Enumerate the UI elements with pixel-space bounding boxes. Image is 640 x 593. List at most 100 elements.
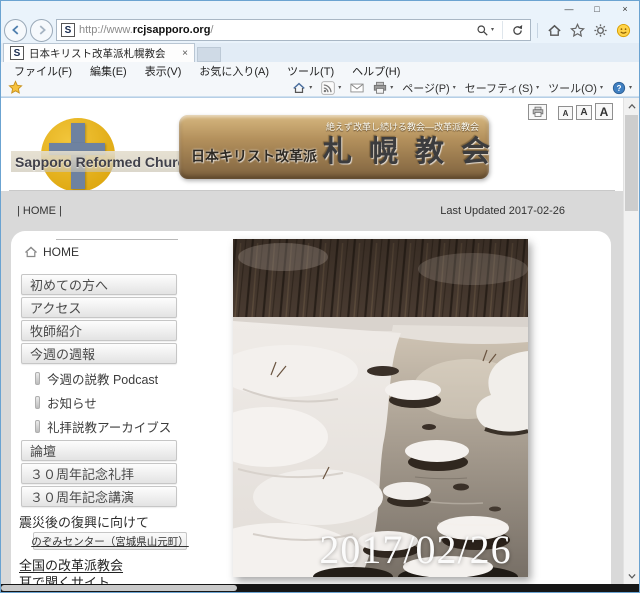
tools-menu-button[interactable]: ツール(O) ▾	[548, 80, 603, 96]
url-text[interactable]: http://www.rcjsapporo.org/	[79, 24, 468, 36]
navigation-bar: S http://www.rcjsapporo.org/ ▾	[1, 17, 639, 43]
rss-icon	[321, 81, 335, 95]
caret-down-icon: ▾	[453, 85, 456, 91]
menu-favorites[interactable]: お気に入り(A)	[190, 63, 278, 79]
menu-view[interactable]: 表示(V)	[136, 63, 191, 79]
printer-icon	[373, 81, 387, 95]
browser-action-icons	[537, 23, 634, 38]
scroll-up-button[interactable]	[624, 98, 639, 114]
church-sign-banner: 絶えず改革し続ける教会―改革派教会 日本キリスト改革派 札幌教会	[179, 115, 489, 179]
scrollbar-thumb[interactable]	[625, 115, 638, 211]
horizontal-scrollbar-thumb[interactable]	[1, 585, 237, 591]
home-icon	[547, 23, 562, 38]
bullet-icon	[35, 420, 40, 433]
church-logo[interactable]: Sapporo Reformed Church	[17, 118, 183, 196]
sidebar-button-access[interactable]: アクセス	[21, 297, 177, 318]
close-button[interactable]: ×	[611, 2, 639, 17]
search-caret-icon: ▾	[491, 27, 494, 33]
refresh-button[interactable]	[507, 20, 528, 40]
menu-tools[interactable]: ツール(T)	[278, 63, 343, 79]
help-menu-button[interactable]: ? ▾	[612, 81, 632, 95]
favorites-bar-button[interactable]	[8, 80, 23, 95]
home-button[interactable]	[547, 23, 562, 38]
sign-prefix: 日本キリスト改革派	[191, 146, 317, 166]
breadcrumb[interactable]: | HOME |	[17, 205, 62, 217]
printer-icon	[532, 106, 544, 118]
logo-text-band: Sapporo Reformed Church	[11, 151, 183, 172]
tab-favicon: S	[10, 46, 24, 60]
chevron-up-icon	[627, 102, 637, 110]
settings-button[interactable]	[593, 23, 608, 38]
chevron-down-icon	[627, 572, 637, 580]
caret-down-icon: ▾	[600, 85, 603, 91]
house-icon	[24, 245, 38, 259]
sidebar-subitem-sermon-archives[interactable]: 礼拝説教アーカイブス	[35, 417, 171, 436]
caret-down-icon: ▾	[629, 85, 632, 91]
sidebar-subitem-podcast[interactable]: 今週の説教 Podcast	[35, 369, 158, 388]
sidebar-button-nozomi-center[interactable]: のぞみセンター（宮城県山元町）	[33, 532, 187, 550]
browser-window: — □ × S http://www.rcjsapporo.org/ ▾	[0, 0, 640, 593]
search-button[interactable]: ▾	[472, 20, 498, 40]
feeds-button[interactable]: ▾	[321, 81, 341, 95]
sidebar-button-rondan[interactable]: 論壇	[21, 440, 177, 461]
menu-help[interactable]: ヘルプ(H)	[343, 63, 409, 79]
command-bar-right: ▾ ▾ ▾ ページ(P) ▾ セーフティ(S) ▾ ツール(O)	[292, 80, 632, 96]
page-menu-button[interactable]: ページ(P) ▾	[402, 80, 455, 96]
print-button[interactable]: ▾	[373, 81, 393, 95]
feedback-button[interactable]	[616, 23, 631, 38]
menu-file[interactable]: ファイル(F)	[5, 63, 81, 79]
caret-down-icon: ▾	[309, 85, 312, 91]
home-page-button[interactable]: ▾	[292, 81, 312, 95]
bullet-icon	[35, 396, 40, 409]
sidebar-divider	[56, 239, 178, 240]
title-bar: — □ ×	[1, 1, 639, 17]
maximize-button[interactable]: □	[583, 2, 611, 17]
sidebar-button-pastor[interactable]: 牧師紹介	[21, 320, 177, 341]
new-tab-button[interactable]	[197, 47, 221, 62]
sidebar-button-30th-lecture[interactable]: ３０周年記念講演	[21, 486, 177, 507]
gold-star-icon	[8, 80, 23, 95]
gear-icon	[593, 23, 608, 38]
winter-river-photo: 2017/02/26	[233, 239, 528, 577]
caret-down-icon: ▾	[338, 85, 341, 91]
site-header: Sapporo Reformed Church 絶えず改革し続ける教会―改革派教…	[1, 118, 623, 190]
mail-icon	[350, 81, 364, 95]
svg-text:?: ?	[617, 83, 622, 92]
command-bar: ▾ ▾ ▾ ページ(P) ▾ セーフティ(S) ▾ ツール(O)	[1, 79, 639, 97]
content-card: HOME 初めての方へ アクセス 牧師紹介 今週の週報 今週の説教 Podcas…	[11, 231, 611, 584]
back-arrow-icon	[9, 23, 23, 37]
smiley-icon	[616, 23, 631, 38]
sign-main-text: 日本キリスト改革派 札幌教会	[191, 128, 507, 170]
tab-close-icon[interactable]: ×	[182, 48, 188, 59]
tab-title: 日本キリスト改革派札幌教会	[29, 46, 177, 61]
sidebar-subitem-news[interactable]: お知らせ	[35, 393, 97, 412]
bottom-edge-bar	[1, 584, 639, 592]
home-icon	[292, 81, 306, 95]
safety-menu-button[interactable]: セーフティ(S) ▾	[465, 80, 539, 96]
sidebar-button-first-visit[interactable]: 初めての方へ	[21, 274, 177, 295]
minimize-button[interactable]: —	[555, 2, 583, 17]
divider	[502, 21, 503, 39]
browser-viewport: A A A Sapporo Reformed Church 絶えず改革し続ける教…	[1, 97, 639, 584]
sidebar-link-audio-site[interactable]: 耳で聞くサイト	[19, 572, 110, 584]
site-favicon: S	[61, 23, 75, 37]
menu-bar: ファイル(F) 編集(E) 表示(V) お気に入り(A) ツール(T) ヘルプ(…	[1, 62, 639, 79]
menu-edit[interactable]: 編集(E)	[81, 63, 136, 79]
web-page: A A A Sapporo Reformed Church 絶えず改革し続ける教…	[1, 98, 623, 584]
favorites-button[interactable]	[570, 23, 585, 38]
sign-title: 札幌教会	[323, 128, 507, 170]
tab-active[interactable]: S 日本キリスト改革派札幌教会 ×	[3, 43, 195, 62]
forward-button[interactable]	[30, 19, 53, 42]
sidebar-button-weekly-bulletin[interactable]: 今週の週報	[21, 343, 177, 364]
back-button[interactable]	[4, 19, 27, 42]
vertical-scrollbar[interactable]	[623, 98, 639, 584]
help-icon: ?	[612, 81, 626, 95]
caret-down-icon: ▾	[390, 85, 393, 91]
read-mail-button[interactable]	[350, 81, 364, 95]
sidebar-button-30th-worship[interactable]: ３０周年記念礼拝	[21, 463, 177, 484]
bullet-icon	[35, 372, 40, 385]
scroll-down-button[interactable]	[624, 568, 639, 584]
sidebar-item-home[interactable]: HOME	[24, 245, 79, 259]
address-bar[interactable]: S http://www.rcjsapporo.org/ ▾	[56, 19, 531, 41]
photo-date-overlay: 2017/02/26	[303, 526, 528, 573]
